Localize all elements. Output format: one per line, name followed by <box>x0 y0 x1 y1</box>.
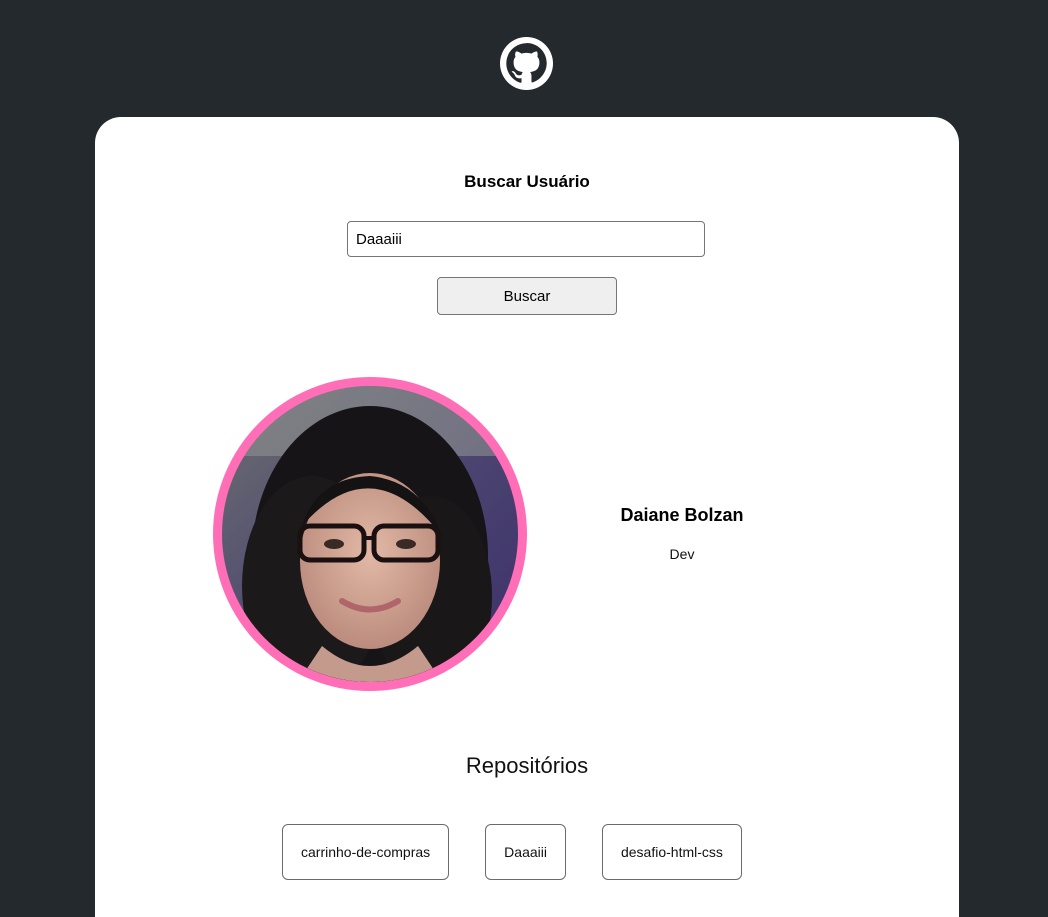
search-input[interactable] <box>347 221 705 257</box>
repository-list: carrinho-de-compras Daaaiii desafio-html… <box>282 824 742 880</box>
header-bar <box>0 0 1048 117</box>
main-card: Buscar Usuário Buscar <box>95 117 959 917</box>
avatar-ring <box>213 377 527 691</box>
search-title: Buscar Usuário <box>464 172 590 191</box>
profile-bio: Dev <box>669 546 695 562</box>
avatar-image <box>222 386 518 682</box>
search-button[interactable]: Buscar <box>437 277 617 315</box>
repository-item[interactable]: carrinho-de-compras <box>282 824 450 880</box>
profile-name: Daiane Bolzan <box>620 505 744 525</box>
avatar <box>222 386 518 682</box>
repositories-title: Repositórios <box>465 753 589 778</box>
repository-item[interactable]: desafio-html-css <box>601 824 742 880</box>
repository-item[interactable]: Daaaiii <box>485 824 566 880</box>
github-logo-icon[interactable] <box>500 37 553 90</box>
